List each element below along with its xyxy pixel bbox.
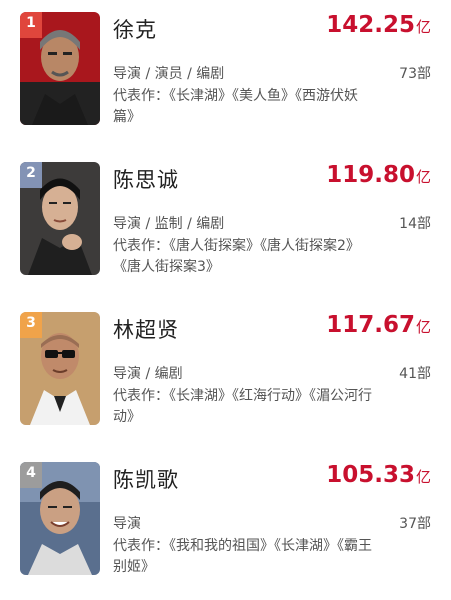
representative-works: 代表作：《长津湖》《红海行动》《湄公河行动》 (113, 388, 372, 425)
box-office: 105.33亿 (326, 462, 431, 488)
box-office-value: 117.67 (326, 312, 415, 338)
box-office: 117.67亿 (326, 312, 431, 338)
film-count: 73部 (399, 66, 431, 82)
list-item[interactable]: 1 徐克 142.25亿 导演 / 演员 / 编剧 73部 代表作：《长津湖》《… (0, 0, 451, 150)
box-office-unit: 亿 (415, 168, 431, 186)
box-office: 119.80亿 (326, 162, 431, 188)
avatar[interactable]: 1 (20, 12, 100, 125)
box-office-value: 119.80 (326, 162, 415, 188)
representative-works: 代表作：《我和我的祖国》《长津湖》《霸王别姬》 (113, 538, 372, 575)
roles: 导演 / 监制 / 编剧 (113, 216, 225, 232)
roles: 导演 (113, 516, 141, 532)
avatar[interactable]: 2 (20, 162, 100, 275)
box-office-value: 105.33 (326, 462, 415, 488)
avatar[interactable]: 3 (20, 312, 100, 425)
director-ranking-list: 1 徐克 142.25亿 导演 / 演员 / 编剧 73部 代表作：《长津湖》《… (0, 0, 451, 593)
film-count: 14部 (399, 216, 431, 232)
representative-works: 代表作：《长津湖》《美人鱼》《西游伏妖篇》 (113, 88, 358, 125)
box-office-unit: 亿 (415, 18, 431, 36)
list-item[interactable]: 4 陈凯歌 105.33亿 导演 37部 代表作：《我和我的祖国》《长津湖》《霸… (0, 450, 451, 600)
rank-badge: 4 (20, 462, 42, 488)
roles: 导演 / 演员 / 编剧 (113, 66, 225, 82)
director-name[interactable]: 徐克 (113, 14, 157, 44)
list-item[interactable]: 2 陈思诚 119.80亿 导演 / 监制 / 编剧 14部 代表作：《唐人街探… (0, 150, 451, 300)
roles: 导演 / 编剧 (113, 366, 183, 382)
rank-badge: 3 (20, 312, 42, 338)
director-name[interactable]: 陈凯歌 (113, 464, 179, 494)
box-office: 142.25亿 (326, 12, 431, 38)
representative-works: 代表作：《唐人街探案》《唐人街探案2》《唐人街探案3》 (113, 238, 360, 275)
director-name[interactable]: 陈思诚 (113, 164, 179, 194)
list-item[interactable]: 3 林超贤 117.67亿 导演 / 编剧 41部 代表作：《长津湖》《红海行动… (0, 300, 451, 450)
rank-badge: 1 (20, 12, 42, 38)
rank-badge: 2 (20, 162, 42, 188)
director-name[interactable]: 林超贤 (113, 314, 179, 344)
box-office-value: 142.25 (326, 12, 415, 38)
box-office-unit: 亿 (415, 468, 431, 486)
film-count: 37部 (399, 516, 431, 532)
box-office-unit: 亿 (415, 318, 431, 336)
film-count: 41部 (399, 366, 431, 382)
avatar[interactable]: 4 (20, 462, 100, 575)
